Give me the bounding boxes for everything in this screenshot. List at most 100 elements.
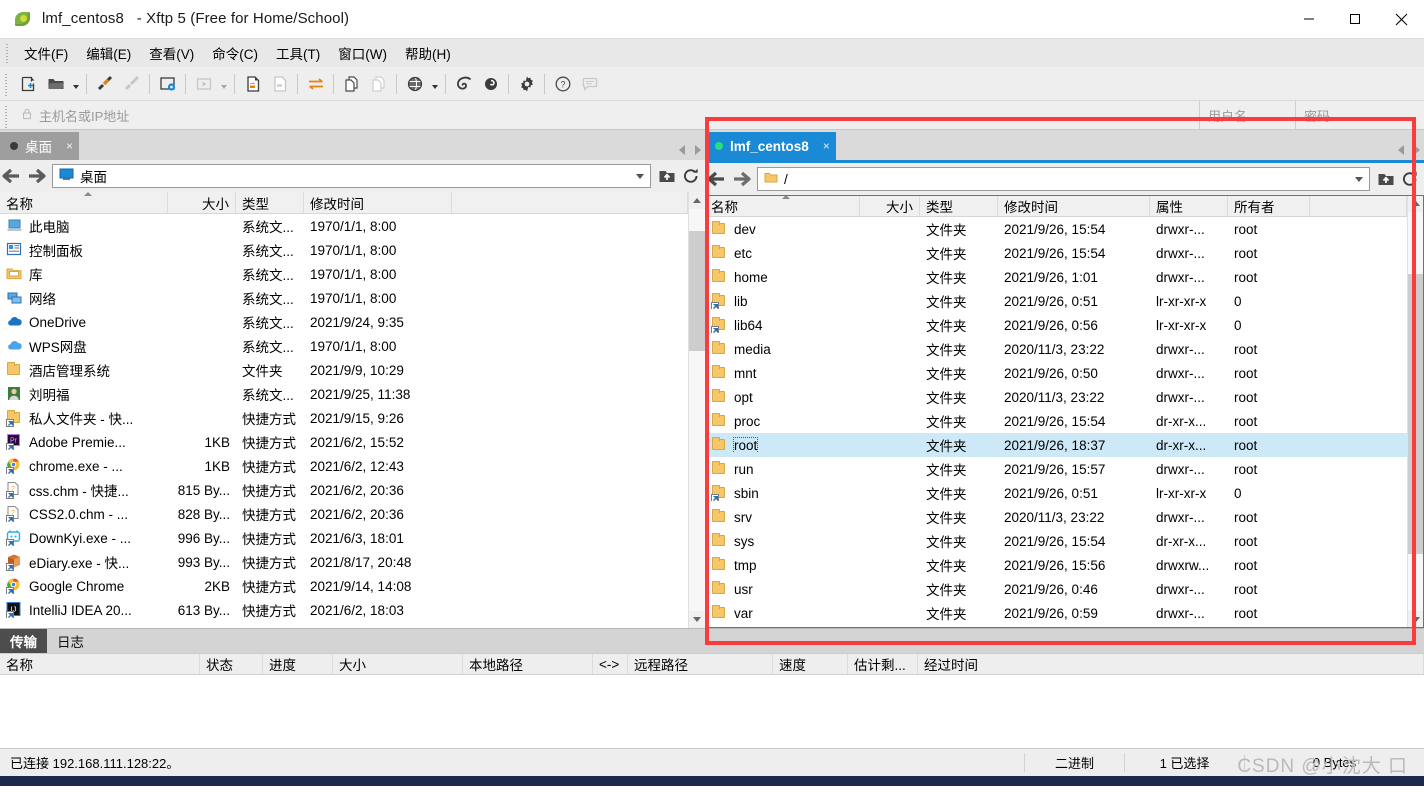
local-header-修改时间[interactable]: 修改时间 [304, 192, 452, 213]
remote-refresh-button[interactable] [1398, 166, 1422, 192]
transfer-header-名称[interactable]: 名称 [0, 654, 200, 674]
local-row-酒店管理系统[interactable]: 酒店管理系统 文件夹 2021/9/9, 10:29 [0, 358, 688, 382]
local-vertical-scrollbar[interactable] [688, 192, 705, 628]
remote-row-proc[interactable]: proc 文件夹 2021/9/26, 15:54 dr-xr-x... root [705, 409, 1407, 433]
local-row-intellij-idea-20-[interactable]: IJ IntelliJ IDEA 20... 613 By... 快捷方式 2021/6… [0, 598, 688, 622]
transfer-header-本地路径[interactable]: 本地路径 [463, 654, 593, 674]
gear-icon[interactable] [513, 71, 540, 97]
transfer-header-进度[interactable]: 进度 [263, 654, 333, 674]
local-row-库[interactable]: 库 系统文... 1970/1/1, 8:00 [0, 262, 688, 286]
remote-path-dropdown-icon[interactable] [1351, 176, 1367, 182]
transfer-header-估计剩...[interactable]: 估计剩... [848, 654, 918, 674]
remote-header-大小[interactable]: 大小 [860, 195, 920, 216]
remote-row-var[interactable]: var 文件夹 2021/9/26, 0:59 drwxr-... root [705, 601, 1407, 625]
transfer-header-大小[interactable]: 大小 [333, 654, 463, 674]
remote-row-sbin[interactable]: sbin 文件夹 2021/9/26, 0:51 lr-xr-xr-x 0 [705, 481, 1407, 505]
remote-vertical-scrollbar[interactable] [1407, 195, 1424, 628]
paste-icon[interactable] [365, 71, 392, 97]
maximize-button[interactable] [1332, 0, 1378, 38]
local-header-大小[interactable]: 大小 [168, 192, 236, 213]
local-row-onedrive[interactable]: OneDrive 系统文... 2021/9/24, 9:35 [0, 310, 688, 334]
connection-bar-grip[interactable] [3, 101, 11, 129]
globe-dropdown[interactable] [428, 71, 441, 97]
remote-header-blank[interactable] [1310, 195, 1407, 216]
xshell-icon[interactable] [450, 71, 477, 97]
local-row-adobe-premie-[interactable]: Pr Adobe Premie... 1KB 快捷方式 2021/6/2, 15:52 [0, 430, 688, 454]
remote-scroll-track[interactable] [1408, 212, 1424, 611]
tab-log[interactable]: 日志 [47, 629, 94, 653]
toolbar-grip[interactable] [3, 71, 11, 96]
remote-header-修改时间[interactable]: 修改时间 [998, 195, 1150, 216]
tab-scroll-left-icon[interactable] [679, 145, 685, 155]
menu-file[interactable]: 文件(F) [15, 39, 77, 67]
menu-edit[interactable]: 编辑(E) [77, 39, 140, 67]
local-row-ediary-exe-快-[interactable]: eDiary.exe - 快... 993 By... 快捷方式 2021/8/17,… [0, 550, 688, 574]
remote-forward-button[interactable] [729, 166, 751, 192]
local-header-blank[interactable] [452, 192, 688, 213]
tab-scroll-right-icon[interactable] [1414, 145, 1420, 155]
remote-row-lib[interactable]: lib 文件夹 2021/9/26, 0:51 lr-xr-xr-x 0 [705, 289, 1407, 313]
local-up-button[interactable] [655, 163, 679, 189]
remote-row-usr[interactable]: usr 文件夹 2021/9/26, 0:46 drwxr-... root [705, 577, 1407, 601]
password-input[interactable]: 密码 [1296, 101, 1424, 129]
remote-row-run[interactable]: run 文件夹 2021/9/26, 15:57 drwxr-... root [705, 457, 1407, 481]
remote-row-dev[interactable]: dev 文件夹 2021/9/26, 15:54 drwxr-... root [705, 217, 1407, 241]
local-row-刘明福[interactable]: 刘明福 系统文... 2021/9/25, 11:38 [0, 382, 688, 406]
run-icon[interactable] [190, 71, 217, 97]
username-input[interactable]: 用户名 [1200, 101, 1296, 129]
tab-scroll-right-icon[interactable] [695, 145, 701, 155]
local-tab-close-icon[interactable]: × [66, 139, 73, 153]
transfer-icon[interactable] [302, 71, 329, 97]
remote-row-srv[interactable]: srv 文件夹 2020/11/3, 23:22 drwxr-... root [705, 505, 1407, 529]
remote-row-sys[interactable]: sys 文件夹 2021/9/26, 15:54 dr-xr-x... root [705, 529, 1407, 553]
session-settings-icon[interactable] [154, 71, 181, 97]
local-header-名称[interactable]: 名称 [0, 192, 168, 213]
remote-row-root[interactable]: root 文件夹 2021/9/26, 18:37 dr-xr-x... root [705, 433, 1407, 457]
remote-up-button[interactable] [1374, 166, 1398, 192]
remote-scroll-up-button[interactable] [1408, 195, 1424, 212]
remote-scroll-thumb[interactable] [1408, 274, 1424, 554]
local-header-类型[interactable]: 类型 [236, 192, 304, 213]
remote-row-mnt[interactable]: mnt 文件夹 2021/9/26, 0:50 drwxr-... root [705, 361, 1407, 385]
remote-row-etc[interactable]: etc 文件夹 2021/9/26, 15:54 drwxr-... root [705, 241, 1407, 265]
status-transfer-mode[interactable]: 二进制 [1024, 753, 1124, 772]
local-row-网络[interactable]: 网络 系统文... 1970/1/1, 8:00 [0, 286, 688, 310]
remote-path-input[interactable]: / [757, 167, 1370, 191]
local-row-css2-0-chm-[interactable]: ? CSS2.0.chm - ... 828 By... 快捷方式 2021/6/2, … [0, 502, 688, 526]
help-icon[interactable]: ? [549, 71, 576, 97]
remote-row-opt[interactable]: opt 文件夹 2020/11/3, 23:22 drwxr-... root [705, 385, 1407, 409]
close-button[interactable] [1378, 0, 1424, 38]
local-scroll-thumb[interactable] [689, 231, 705, 351]
local-tab-desktop[interactable]: 桌面 × [0, 132, 80, 160]
menu-view[interactable]: 查看(V) [140, 39, 203, 67]
local-scroll-track[interactable] [689, 209, 705, 611]
local-path-dropdown-icon[interactable] [632, 173, 648, 179]
local-forward-button[interactable] [24, 163, 46, 189]
local-row-私人文件夹-快-[interactable]: 私人文件夹 - 快... 快捷方式 2021/9/15, 9:26 [0, 406, 688, 430]
local-row-downkyi-exe-[interactable]: DownKyi.exe - ... 996 By... 快捷方式 2021/6/3, … [0, 526, 688, 550]
chat-icon[interactable] [576, 71, 603, 97]
transfer-header-状态[interactable]: 状态 [200, 654, 263, 674]
menu-tools[interactable]: 工具(T) [267, 39, 329, 67]
menu-help[interactable]: 帮助(H) [396, 39, 460, 67]
local-row-google-chrome[interactable]: Google Chrome 2KB 快捷方式 2021/9/14, 14:08 [0, 574, 688, 598]
transfer-header-经过时间[interactable]: 经过时间 [918, 654, 1424, 674]
menu-command[interactable]: 命令(C) [203, 39, 267, 67]
remote-header-名称[interactable]: 名称 [705, 195, 860, 216]
remote-scroll-down-button[interactable] [1408, 611, 1424, 628]
local-row-css-chm-快捷-[interactable]: ? css.chm - 快捷... 815 By... 快捷方式 2021/6/2, 2… [0, 478, 688, 502]
new-file-remote-icon[interactable] [266, 71, 293, 97]
remote-header-所有者[interactable]: 所有者 [1228, 195, 1310, 216]
local-scroll-down-button[interactable] [689, 611, 705, 628]
local-row-wps网盘[interactable]: WPS网盘 系统文... 1970/1/1, 8:00 [0, 334, 688, 358]
transfer-header-<->[interactable]: <-> [593, 654, 628, 674]
xftp-icon[interactable] [477, 71, 504, 97]
remote-row-media[interactable]: media 文件夹 2020/11/3, 23:22 drwxr-... root [705, 337, 1407, 361]
menu-grip[interactable] [3, 42, 12, 64]
remote-tab-close-icon[interactable]: × [823, 139, 830, 153]
globe-icon[interactable] [401, 71, 428, 97]
local-refresh-button[interactable] [679, 163, 703, 189]
remote-row-tmp[interactable]: tmp 文件夹 2021/9/26, 15:56 drwxrw... root [705, 553, 1407, 577]
local-back-button[interactable] [2, 163, 24, 189]
remote-header-类型[interactable]: 类型 [920, 195, 998, 216]
